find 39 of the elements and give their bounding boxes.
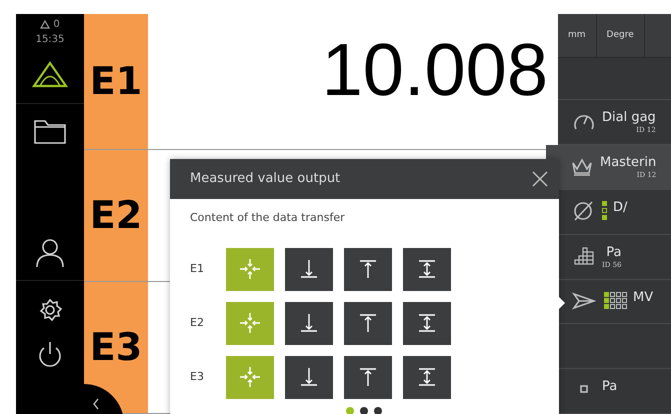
center-arrows-icon: [238, 257, 262, 281]
send-icon: [572, 290, 627, 312]
row-label: E1: [190, 260, 205, 277]
unit-tab[interactable]: mm: [558, 14, 597, 57]
center-arrows-icon: [238, 311, 262, 335]
tool-name: D/: [613, 200, 628, 215]
measured-value: 10.008: [322, 27, 548, 113]
dialog-title: Measured value output: [190, 170, 340, 188]
tool-name: Dial gag: [602, 110, 656, 126]
output-option-button[interactable]: [403, 356, 451, 398]
close-icon[interactable]: [531, 170, 549, 188]
output-option-button[interactable]: [344, 302, 392, 344]
measure-icon[interactable]: [32, 59, 68, 89]
row-label: E2: [190, 314, 205, 331]
output-option-button[interactable]: [285, 302, 333, 344]
output-option-button[interactable]: [403, 302, 451, 344]
output-option-button[interactable]: [344, 248, 392, 290]
channel-label: E1: [90, 58, 142, 105]
tool-name: Pa: [602, 379, 618, 394]
grid-icon: [572, 244, 596, 267]
output-option-button[interactable]: [285, 356, 333, 398]
warning-count: 0: [53, 18, 60, 32]
output-option-button[interactable]: [403, 248, 451, 290]
channel-label: E2: [90, 192, 142, 239]
channel-label: E3: [90, 324, 142, 371]
dialog-subtitle: Content of the data transfer: [190, 210, 346, 226]
warning-icon: [40, 20, 50, 29]
output-option-button[interactable]: [344, 356, 392, 398]
row-label: E3: [190, 368, 205, 385]
output-option-button[interactable]: [285, 248, 333, 290]
unit-tab[interactable]: Degre: [596, 14, 645, 57]
tool-name: Pa: [606, 244, 622, 260]
square-icon: [580, 385, 588, 394]
chevron-left-icon: [92, 398, 100, 410]
diameter-icon: [572, 200, 607, 222]
center-arrows-icon: [238, 365, 262, 389]
tool-name: Masterin: [600, 154, 656, 170]
tool-name: MV: [633, 290, 654, 305]
clock-time: 15:35: [36, 33, 64, 47]
